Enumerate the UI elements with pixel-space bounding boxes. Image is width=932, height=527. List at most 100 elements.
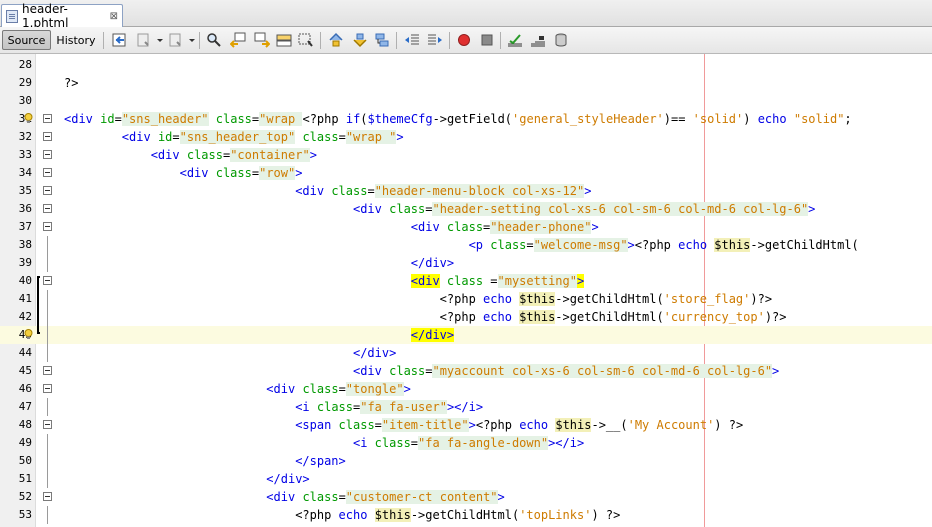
code-line[interactable]: 45 <div class="myaccount col-xs-6 col-sm…	[0, 362, 932, 380]
fold-toggle-icon[interactable]	[43, 132, 52, 141]
code-line[interactable]: 42 <?php echo $this->getChildHtml('curre…	[0, 308, 932, 326]
code-text[interactable]: <i class="fa fa-user"></i>	[64, 398, 483, 416]
last-edit-icon[interactable]	[112, 32, 128, 48]
fold-toggle-icon[interactable]	[43, 114, 52, 123]
code-text[interactable]: <div class ="mysetting">	[64, 272, 585, 290]
code-text[interactable]: <div class="header-menu-block col-xs-12"…	[64, 182, 591, 200]
close-tab-icon[interactable]: ⊠	[110, 11, 118, 22]
toggle-highlight-icon[interactable]	[298, 32, 314, 48]
code-line[interactable]: 39 </div>	[0, 254, 932, 272]
fold-toggle-icon[interactable]	[43, 150, 52, 159]
shift-left-icon[interactable]	[404, 32, 420, 48]
code-line[interactable]: 33 <div class="container">	[0, 146, 932, 164]
code-text[interactable]: <i class="fa fa-angle-down"></i>	[64, 434, 584, 452]
code-text[interactable]: ?>	[64, 74, 78, 92]
fold-guide	[47, 506, 48, 524]
code-line[interactable]: 38 <p class="welcome-msg"><?php echo $th…	[0, 236, 932, 254]
code-line[interactable]: 48 <span class="item-title"><?php echo $…	[0, 416, 932, 434]
code-text[interactable]: </div>	[64, 326, 455, 344]
back-icon[interactable]	[136, 32, 152, 48]
code-text[interactable]: </div>	[64, 470, 309, 488]
line-number: 49	[18, 436, 32, 449]
fold-toggle-icon[interactable]	[43, 492, 52, 501]
fold-toggle-icon[interactable]	[43, 420, 52, 429]
code-line[interactable]: 40 <div class ="mysetting">	[0, 272, 932, 290]
stop-macro-recording-icon[interactable]	[479, 32, 495, 48]
code-text[interactable]: <p class="welcome-msg"><?php echo $this-…	[64, 236, 859, 254]
fold-toggle-icon[interactable]	[43, 222, 52, 231]
fold-toggle-icon[interactable]	[43, 186, 52, 195]
find-next-icon[interactable]	[254, 32, 270, 48]
previous-bookmark-icon[interactable]	[328, 32, 344, 48]
code-text[interactable]: <div id="sns_header_top" class="wrap ">	[64, 128, 404, 146]
database-icon[interactable]	[553, 32, 569, 48]
code-line[interactable]: 41 <?php echo $this->getChildHtml('store…	[0, 290, 932, 308]
line-number: 35	[18, 184, 32, 197]
code-line[interactable]: 36 <div class="header-setting col-xs-6 c…	[0, 200, 932, 218]
code-line[interactable]: 31<div id="sns_header" class="wrap <?php…	[0, 110, 932, 128]
code-text[interactable]: <div class="row">	[64, 164, 302, 182]
code-line[interactable]: 47 <i class="fa fa-user"></i>	[0, 398, 932, 416]
line-number: 51	[18, 472, 32, 485]
fold-toggle-icon[interactable]	[43, 168, 52, 177]
code-line[interactable]: 29 ?>	[0, 74, 932, 92]
back-dropdown-icon[interactable]	[157, 39, 163, 42]
fold-toggle-icon[interactable]	[43, 384, 52, 393]
line-number: 50	[18, 454, 32, 467]
line-number: 53	[18, 508, 32, 521]
code-text[interactable]: <div class="header-phone">	[64, 218, 599, 236]
find-selection-icon[interactable]	[276, 32, 292, 48]
code-text[interactable]: <div class="container">	[64, 146, 317, 164]
code-line[interactable]: 52 <div class="customer-ct content">	[0, 488, 932, 506]
code-line[interactable]: 51 </div>	[0, 470, 932, 488]
code-text[interactable]: <div id="sns_header" class="wrap <?php i…	[64, 110, 852, 128]
code-text[interactable]: </div>	[64, 254, 454, 272]
code-line[interactable]: 50 </span>	[0, 452, 932, 470]
next-bookmark-icon[interactable]	[352, 32, 368, 48]
code-text[interactable]: <?php echo $this->getChildHtml('store_fl…	[64, 290, 772, 308]
code-text[interactable]: <span class="item-title"><?php echo $thi…	[64, 416, 743, 434]
code-line[interactable]: 53 <?php echo $this->getChildHtml('topLi…	[0, 506, 932, 524]
code-text[interactable]: <div class="customer-ct content">	[64, 488, 505, 506]
hint-bulb-icon[interactable]	[24, 329, 33, 340]
forward-dropdown-icon[interactable]	[189, 39, 195, 42]
fold-toggle-icon[interactable]	[43, 366, 52, 375]
code-line[interactable]: 30	[0, 92, 932, 110]
toggle-bookmark-icon[interactable]	[374, 32, 390, 48]
code-line[interactable]: 28	[0, 56, 932, 74]
code-text[interactable]: <div class="tongle">	[64, 380, 411, 398]
toolbar-separator	[500, 32, 501, 49]
code-text[interactable]: <?php echo $this->getChildHtml('currency…	[64, 308, 787, 326]
line-number: 28	[18, 58, 32, 71]
code-line[interactable]: 49 <i class="fa fa-angle-down"></i>	[0, 434, 932, 452]
history-button[interactable]: History	[54, 30, 98, 50]
editor-tab-bar: header-1.phtml ⊠	[0, 0, 932, 30]
start-macro-recording-icon[interactable]	[456, 32, 472, 48]
source-button[interactable]: Source	[2, 30, 51, 50]
line-number: 45	[18, 364, 32, 377]
line-number: 48	[18, 418, 32, 431]
code-line[interactable]: 37 <div class="header-phone">	[0, 218, 932, 236]
find-icon[interactable]	[206, 32, 222, 48]
code-text[interactable]: </div>	[64, 344, 396, 362]
file-tab[interactable]: header-1.phtml ⊠	[1, 2, 123, 30]
code-text[interactable]: <div class="myaccount col-xs-6 col-sm-6 …	[64, 362, 779, 380]
fold-toggle-icon[interactable]	[43, 204, 52, 213]
code-line[interactable]: 44 </div>	[0, 344, 932, 362]
code-line[interactable]: 43 </div>	[0, 326, 932, 344]
code-text[interactable]: <?php echo $this->getChildHtml('topLinks…	[64, 506, 620, 524]
shift-right-icon[interactable]	[427, 32, 443, 48]
code-text[interactable]: </span>	[64, 452, 346, 470]
hint-bulb-icon[interactable]	[24, 113, 33, 124]
check-file-icon[interactable]	[507, 32, 523, 48]
code-line[interactable]: 46 <div class="tongle">	[0, 380, 932, 398]
find-previous-icon[interactable]	[230, 32, 246, 48]
code-line[interactable]: 35 <div class="header-menu-block col-xs-…	[0, 182, 932, 200]
validate-icon[interactable]	[530, 32, 546, 48]
code-text[interactable]: <div class="header-setting col-xs-6 col-…	[64, 200, 815, 218]
fold-guide	[47, 452, 48, 470]
forward-icon[interactable]	[168, 32, 184, 48]
fold-toggle-icon[interactable]	[43, 276, 52, 285]
code-line[interactable]: 32 <div id="sns_header_top" class="wrap …	[0, 128, 932, 146]
code-line[interactable]: 34 <div class="row">	[0, 164, 932, 182]
